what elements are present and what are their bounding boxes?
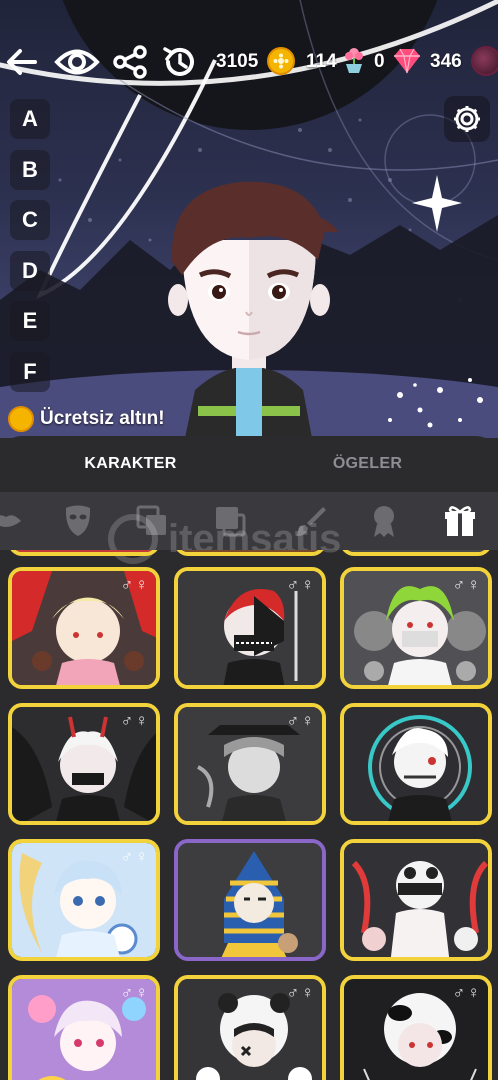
- gift-icon[interactable]: [440, 501, 480, 541]
- character-card[interactable]: ♂♀: [174, 703, 326, 825]
- coin-icon[interactable]: [267, 47, 295, 75]
- character-card[interactable]: ♂♀: [174, 975, 326, 1080]
- tab-character[interactable]: KARAKTER: [6, 436, 255, 492]
- character-card[interactable]: ♂♀: [8, 975, 160, 1080]
- letter-button-c[interactable]: C: [10, 200, 50, 240]
- free-gold-button[interactable]: Ücretsiz altın!: [8, 404, 165, 434]
- gender-icon: ♂♀: [120, 983, 150, 1002]
- flower-count: 114: [306, 51, 337, 72]
- coin-icon: [8, 406, 34, 432]
- gender-icon: ♂♀: [452, 983, 482, 1002]
- avatar-scene: 3105 114 0 346 A B C D E F Ücretsiz altı…: [0, 0, 498, 438]
- gender-icon: ♂♀: [120, 847, 150, 866]
- character-card[interactable]: [340, 839, 492, 961]
- eye-icon[interactable]: [54, 42, 100, 82]
- share-icon[interactable]: [110, 42, 150, 82]
- gem-icon[interactable]: [392, 48, 422, 79]
- character-card[interactable]: [174, 550, 326, 556]
- character-card[interactable]: ♂♀: [8, 839, 160, 961]
- gender-icon: ♂♀: [120, 575, 150, 594]
- character-card[interactable]: ♂♀: [340, 975, 492, 1080]
- gender-icon: ♂♀: [120, 711, 150, 730]
- app-root: 3105 114 0 346 A B C D E F Ücretsiz altı…: [0, 0, 498, 1080]
- character-card[interactable]: [8, 550, 160, 556]
- character-card[interactable]: [174, 839, 326, 961]
- settings-button[interactable]: [444, 96, 490, 142]
- lips-icon[interactable]: [0, 501, 26, 541]
- character-card[interactable]: [340, 703, 492, 825]
- letter-button-f[interactable]: F: [10, 352, 50, 392]
- gear-icon: [454, 106, 480, 132]
- character-card[interactable]: ♂♀: [340, 567, 492, 689]
- character-card[interactable]: ♂♀: [8, 567, 160, 689]
- flower-pot-icon[interactable]: [342, 46, 366, 79]
- top-bar: 3105 114 0 346: [0, 38, 498, 86]
- history-icon[interactable]: [160, 42, 200, 82]
- gender-icon: ♂♀: [286, 575, 316, 594]
- letter-button-e[interactable]: E: [10, 301, 50, 341]
- mask-icon[interactable]: [58, 501, 98, 541]
- square-icon[interactable]: [210, 501, 250, 541]
- character-grid: ♂♀ ♂♀ ♂♀ ♂♀ ♂♀ ♂♀ ♂♀ ♂♀ ♂♀: [0, 550, 498, 1080]
- letter-button-a[interactable]: A: [10, 99, 50, 139]
- letter-button-d[interactable]: D: [10, 251, 50, 291]
- character-card[interactable]: ♂♀: [174, 567, 326, 689]
- coin-count: 3105: [216, 51, 259, 72]
- gender-icon: ♂♀: [286, 983, 316, 1002]
- brush-icon[interactable]: [290, 501, 330, 541]
- letter-button-b[interactable]: B: [10, 150, 50, 190]
- back-arrow-icon[interactable]: [2, 42, 42, 82]
- gem-count: 346: [430, 51, 462, 72]
- tab-bar: KARAKTER ÖGELER: [0, 436, 498, 492]
- orb-icon[interactable]: [471, 46, 498, 76]
- gender-icon: ♂♀: [452, 575, 482, 594]
- tab-items[interactable]: ÖGELER: [243, 436, 492, 492]
- layers-icon[interactable]: [132, 501, 172, 541]
- character-card[interactable]: ♂♀: [8, 703, 160, 825]
- character-card[interactable]: [340, 550, 492, 556]
- free-gold-label: Ücretsiz altın!: [40, 408, 165, 429]
- star-sparkle: [412, 175, 462, 232]
- gender-icon: ♂♀: [286, 711, 316, 730]
- category-bar: [0, 492, 498, 550]
- badge-icon[interactable]: [364, 501, 404, 541]
- bottom-panel: KARAKTER ÖGELER ♂♀ ♂♀ ♂♀ ♂♀ ♂♀ ♂♀ ♂♀ ♂♀ …: [0, 436, 498, 1080]
- potion-count: 0: [374, 51, 385, 72]
